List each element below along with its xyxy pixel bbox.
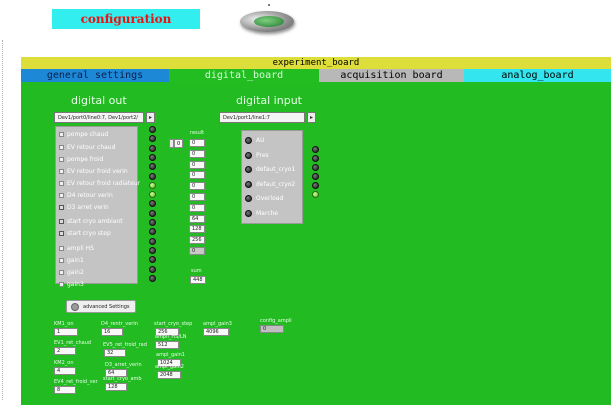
field-label: ampl_gain1 xyxy=(156,352,185,358)
field-label: config_ampli xyxy=(260,318,292,324)
field-label: KM2_on xyxy=(54,360,74,366)
value-field[interactable]: 8 xyxy=(54,386,76,394)
field-label: EV5_ret_froid_rad xyxy=(103,342,147,348)
led-indicator-icon xyxy=(254,16,284,27)
field-label: EV4_ret_froid_ver xyxy=(54,379,98,385)
tab-acquisition-board[interactable]: acquisition board xyxy=(319,69,464,82)
value-field[interactable]: 1 xyxy=(54,328,78,336)
tab-general-settings[interactable]: general settings xyxy=(21,69,169,82)
configuration-button[interactable]: configuration xyxy=(52,9,200,29)
digital-board-panel: digital out Dev1/port0/line0:7, Dev1/por… xyxy=(21,82,611,405)
value-field[interactable]: 4 xyxy=(54,367,76,375)
field-label: ampl_gain2 xyxy=(155,364,184,370)
field-label: start_cryo_amb xyxy=(103,376,142,382)
dot-decoration xyxy=(268,4,270,6)
toggle-led-button[interactable] xyxy=(240,11,294,32)
dotted-edge xyxy=(2,40,5,400)
field-label: start_cryo_step xyxy=(154,321,193,327)
value-field[interactable]: 512 xyxy=(155,341,179,349)
value-field[interactable]: 128 xyxy=(105,383,127,391)
field-label: EV1_ret_chaud xyxy=(54,340,92,346)
field-label: ampl_gain3 xyxy=(203,321,232,327)
tab-digital-board[interactable]: digital_board xyxy=(169,69,319,82)
field-label: D4_rentr_verin xyxy=(101,321,138,327)
field-label: ampli_HS/LN xyxy=(155,334,187,340)
value-field[interactable]: 16 xyxy=(101,328,123,336)
experiment-board-title: experiment_board xyxy=(21,57,611,69)
field-label: D3_arret_verin xyxy=(105,362,142,368)
tab-analog-board[interactable]: analog_board xyxy=(464,69,611,82)
bit-value-fields: KM1_on 1 EV1_ret_chaud 2 KM2_on 4 EV4_ret_froi… xyxy=(21,82,611,405)
value-field[interactable]: 4096 xyxy=(203,328,229,336)
field-label: KM1_on xyxy=(54,321,74,327)
value-field[interactable]: 2 xyxy=(54,347,76,355)
value-field[interactable]: 32 xyxy=(104,349,126,357)
value-field[interactable]: 0 xyxy=(260,325,284,333)
value-field[interactable]: 2048 xyxy=(157,371,181,379)
